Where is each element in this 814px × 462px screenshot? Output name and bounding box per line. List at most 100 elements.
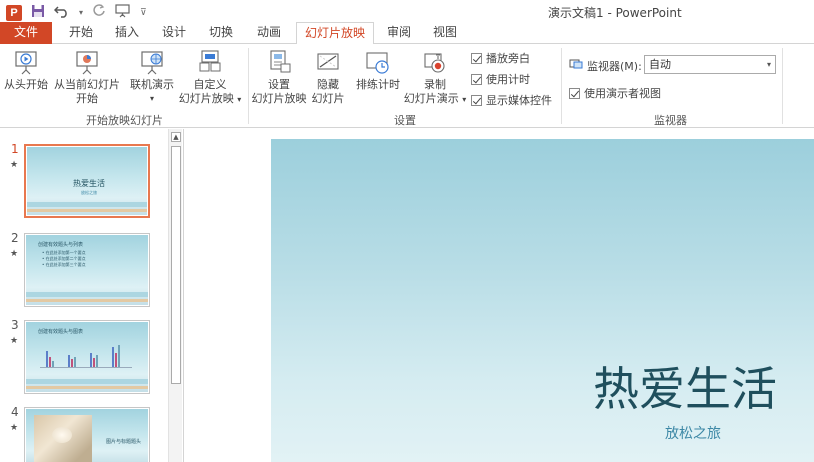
monitor-dropdown[interactable]: 自动 ▾ [644, 55, 776, 74]
slide-background: 图片与标题题头 [26, 409, 148, 462]
chart-bar [96, 355, 98, 367]
rehearse-timer-icon [364, 50, 392, 76]
from-beginning-button[interactable]: 从头开始 [3, 50, 49, 92]
record-icon [421, 50, 449, 76]
customize-qat-icon[interactable]: ⊽ [140, 5, 147, 21]
chevron-down-icon: ▾ [237, 95, 242, 104]
chevron-down-icon: ▾ [149, 94, 154, 103]
hide-slide-label-1: 隐藏 [317, 78, 339, 91]
tab-design[interactable]: 设计 [157, 22, 191, 44]
tab-insert[interactable]: 插入 [110, 22, 144, 44]
slide-number: 1 [11, 142, 19, 156]
undo-icon[interactable] [53, 4, 70, 23]
rehearse-timings-label: 排练计时 [356, 78, 400, 91]
hide-slide-button[interactable]: 隐藏 幻灯片 [310, 50, 346, 106]
use-timings-checkbox[interactable]: 使用计时 [471, 71, 530, 87]
chart-bar [52, 361, 54, 367]
thumb-title: 创建有效题头与列表 [38, 242, 84, 248]
play-narrations-label: 播放旁白 [486, 52, 530, 65]
hide-slide-icon [314, 50, 342, 76]
animation-star-icon: ★ [10, 160, 19, 170]
checkbox-checked-icon [471, 73, 482, 85]
setup-group-label: 设置 [394, 114, 416, 127]
tab-home[interactable]: 开始 [64, 22, 98, 44]
monitors-group-label: 监视器 [654, 114, 687, 127]
ribbon-tabs: 文件 开始 插入 设计 切换 动画 幻灯片放映 审阅 视图 [0, 22, 814, 45]
scrollbar-thumb[interactable] [171, 146, 181, 384]
from-beginning-label: 从头开始 [4, 78, 48, 91]
custom-show-label-2: 幻灯片放映 ▾ [178, 92, 242, 105]
set-up-slide-show-button[interactable]: 设置 幻灯片放映 [251, 50, 307, 106]
undo-dropdown-icon[interactable]: ▾ [79, 5, 83, 21]
sand-decoration [26, 386, 148, 389]
slide-title[interactable]: 热爱生活 [593, 353, 777, 419]
starfish-icon [52, 427, 72, 443]
redo-icon[interactable] [92, 3, 106, 23]
from-current-slide-button[interactable]: 从当前幻灯片 开始 [52, 50, 122, 106]
presenter-view-label: 使用演示者视图 [584, 87, 661, 100]
chart-bar [71, 359, 73, 367]
save-icon[interactable] [31, 4, 45, 23]
slide-thumbnail-2[interactable]: 创建有效题头与列表 • 在此处添加第一个要点 • 在此处添加第二个要点 • 在此… [24, 233, 150, 307]
tab-slide-show[interactable]: 幻灯片放映 [296, 22, 374, 45]
chart-bar [46, 351, 48, 367]
group-separator [561, 48, 562, 124]
record-label-1: 录制 [424, 78, 446, 91]
tab-transitions[interactable]: 切换 [204, 22, 238, 44]
slide-thumbnail-1[interactable]: 热爱生活 放松之旅 [24, 144, 150, 218]
group-separator [248, 48, 249, 124]
monitor-dropdown-value: 自动 [649, 58, 671, 71]
custom-slide-show-button[interactable]: 自定义 幻灯片放映 ▾ [177, 50, 243, 107]
quick-access-toolbar: P ▾ ⊽ [6, 3, 147, 23]
title-bar: P ▾ ⊽ 演示文稿1 - PowerPoint [0, 0, 814, 22]
play-narrations-checkbox[interactable]: 播放旁白 [471, 50, 530, 66]
sand-decoration [26, 299, 148, 302]
use-timings-label: 使用计时 [486, 73, 530, 86]
record-label-2: 幻灯片演示 ▾ [403, 92, 467, 105]
thumb-subtitle: 放松之旅 [81, 190, 97, 195]
chart-bar [112, 347, 114, 367]
slide-editor-canvas[interactable]: 热爱生活 放松之旅 [271, 139, 814, 462]
slide-background: 创建有效题头与列表 • 在此处添加第一个要点 • 在此处添加第二个要点 • 在此… [26, 235, 148, 305]
present-online-label: 联机演示 [130, 78, 174, 91]
setup-show-label-1: 设置 [268, 78, 290, 91]
chart-bar [68, 355, 70, 367]
slide-thumbnail-3[interactable]: 创建有效题头与图表 [24, 320, 150, 394]
chevron-down-icon: ▾ [462, 95, 467, 104]
animation-star-icon: ★ [10, 336, 19, 346]
wave-decoration [27, 202, 147, 207]
wave-decoration [26, 292, 148, 297]
start-from-beginning-icon[interactable] [115, 3, 131, 23]
custom-show-label-1: 自定义 [193, 78, 227, 91]
monitor-icon [569, 59, 583, 74]
start-slideshow-group-label: 开始放映幻灯片 [86, 114, 163, 127]
tab-view[interactable]: 视图 [428, 22, 462, 44]
setup-show-icon [265, 50, 293, 76]
thumbnails-scrollbar[interactable]: ▲ [168, 129, 182, 462]
tab-animations[interactable]: 动画 [252, 22, 286, 44]
scroll-up-arrow-icon[interactable]: ▲ [171, 132, 181, 142]
thumb-title: 创建有效题头与图表 [38, 329, 84, 335]
slide-number: 3 [11, 318, 19, 332]
thumb-bullet: • 在此处添加第三个要点 [42, 262, 86, 267]
monitor-label: 监视器(M): [587, 60, 642, 73]
ribbon: 从头开始 从当前幻灯片 开始 联机演示 ▾ 自定义 幻灯片放映 ▾ 开始放映幻灯… [0, 44, 814, 128]
setup-show-label-2: 幻灯片放映 [251, 92, 307, 105]
slide-number: 4 [11, 405, 19, 419]
projector-play-icon [12, 50, 40, 76]
rehearse-timings-button[interactable]: 排练计时 [354, 50, 402, 92]
animation-star-icon: ★ [10, 249, 19, 259]
record-slide-show-button[interactable]: 录制 幻灯片演示 ▾ [402, 50, 468, 107]
show-media-controls-checkbox[interactable]: 显示媒体控件 [471, 92, 552, 108]
from-current-label-1: 从当前幻灯片 [54, 78, 120, 91]
powerpoint-logo-icon[interactable]: P [6, 5, 22, 21]
tab-file[interactable]: 文件 [0, 22, 52, 44]
animation-star-icon: ★ [10, 423, 19, 433]
slide-subtitle[interactable]: 放松之旅 [665, 423, 721, 443]
presenter-view-checkbox[interactable]: 使用演示者视图 [569, 85, 661, 101]
present-online-button[interactable]: 联机演示 ▾ [128, 50, 176, 106]
tab-review[interactable]: 审阅 [382, 22, 416, 44]
chart-bar [118, 345, 120, 367]
slide-thumbnail-4[interactable]: 图片与标题题头 [24, 407, 150, 462]
chart-bar [115, 353, 117, 367]
